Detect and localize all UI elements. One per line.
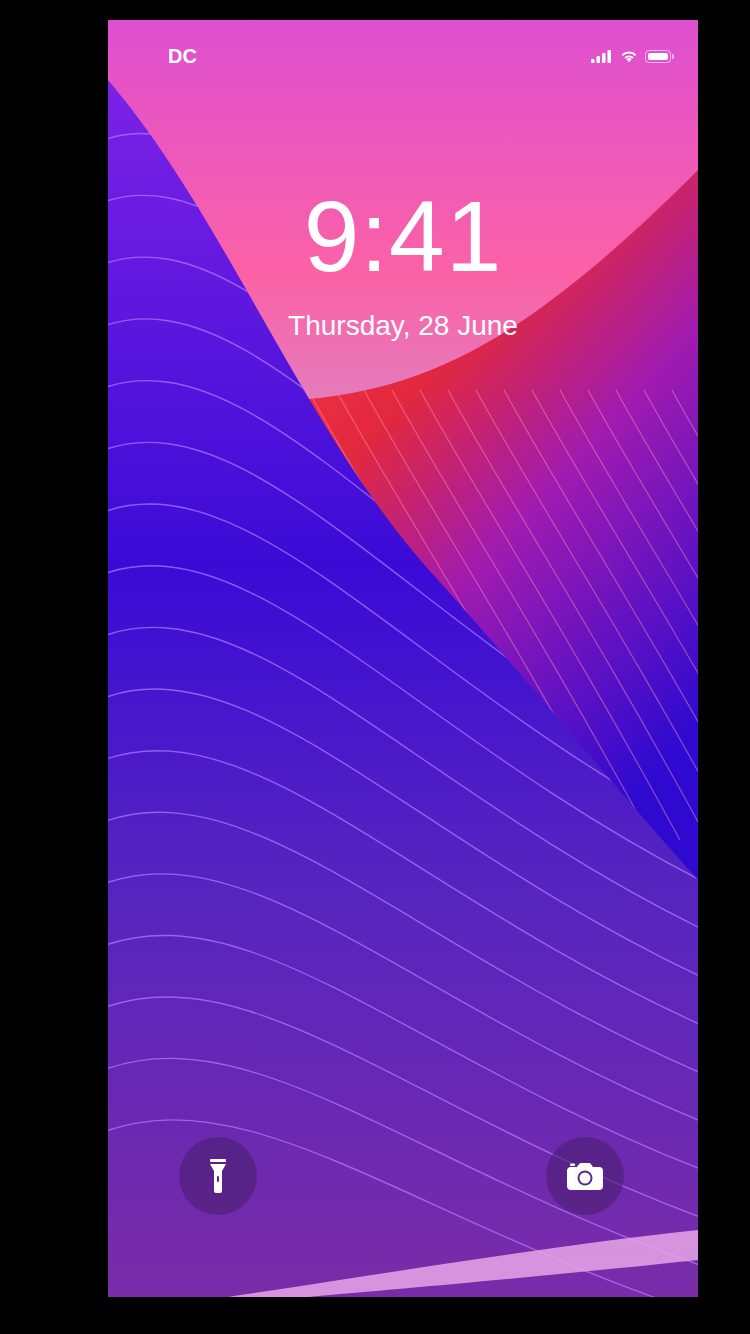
flashlight-button[interactable] [179,1137,257,1215]
phone-screen: DC 9:41 Thursday, 28 June [108,20,698,1297]
lock-info: 9:41 Thursday, 28 June [108,186,698,340]
camera-button[interactable] [546,1137,624,1215]
camera-icon [567,1162,603,1190]
signal-icon [591,49,613,63]
battery-icon [645,50,674,63]
page: DC 9:41 Thursday, 28 June [0,0,750,1334]
clock: 9:41 [304,186,503,286]
flashlight-icon [210,1159,226,1193]
date: Thursday, 28 June [288,312,518,340]
wifi-icon [619,49,639,63]
status-bar: DC [108,20,698,68]
carrier: DC [168,46,197,66]
